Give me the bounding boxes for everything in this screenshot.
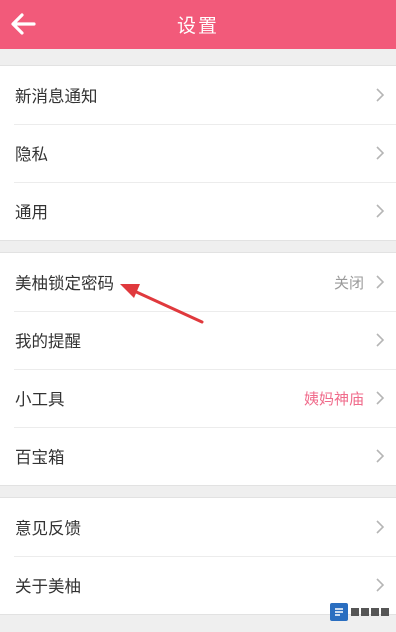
- chevron-right-icon: [376, 578, 385, 592]
- page-title: 设置: [176, 15, 219, 37]
- settings-item-label: 隐私: [15, 145, 48, 164]
- chevron-right-icon: [376, 391, 385, 405]
- settings-item-label: 通用: [15, 203, 48, 222]
- chevron-right-icon: [376, 449, 385, 463]
- settings-item-label: 我的提醒: [15, 332, 81, 351]
- watermark-logo: [330, 598, 392, 626]
- settings-item-label: 意见反馈: [15, 519, 81, 538]
- settings-item-label: 关于美柚: [15, 577, 81, 596]
- settings-item-feedback[interactable]: 意见反馈: [0, 498, 396, 556]
- top-bar: 设置: [0, 0, 396, 49]
- chevron-right-icon: [376, 275, 385, 289]
- settings-screen: 设置 新消息通知 隐私 通用 美柚锁定密码 关闭 我的提醒 小工具 姨妈神庙 百…: [0, 0, 396, 632]
- settings-item-treasure-box[interactable]: 百宝箱: [0, 427, 396, 485]
- watermark-text-icon: [351, 608, 389, 616]
- settings-item-label: 小工具: [15, 390, 65, 409]
- chevron-right-icon: [376, 520, 385, 534]
- watermark-badge-icon: [330, 603, 348, 621]
- tools-promo-value: 姨妈神庙: [303, 389, 364, 408]
- settings-item-label: 百宝箱: [15, 448, 65, 467]
- chevron-right-icon: [376, 333, 385, 347]
- settings-item-notifications[interactable]: 新消息通知: [0, 66, 396, 124]
- settings-item-privacy[interactable]: 隐私: [0, 124, 396, 182]
- chevron-right-icon: [376, 204, 385, 218]
- settings-item-label: 新消息通知: [15, 87, 98, 106]
- settings-group-general: 新消息通知 隐私 通用: [0, 65, 396, 241]
- lock-status-value: 关闭: [333, 273, 364, 292]
- back-button[interactable]: [6, 7, 40, 41]
- chevron-right-icon: [376, 146, 385, 160]
- settings-group-features: 美柚锁定密码 关闭 我的提醒 小工具 姨妈神庙 百宝箱: [0, 252, 396, 486]
- settings-item-tools[interactable]: 小工具 姨妈神庙: [0, 369, 396, 427]
- chevron-right-icon: [376, 88, 385, 102]
- settings-item-common[interactable]: 通用: [0, 182, 396, 240]
- settings-item-lock-password[interactable]: 美柚锁定密码 关闭: [0, 253, 396, 311]
- arrow-left-icon: [11, 13, 36, 35]
- settings-item-label: 美柚锁定密码: [15, 274, 114, 293]
- settings-item-reminders[interactable]: 我的提醒: [0, 311, 396, 369]
